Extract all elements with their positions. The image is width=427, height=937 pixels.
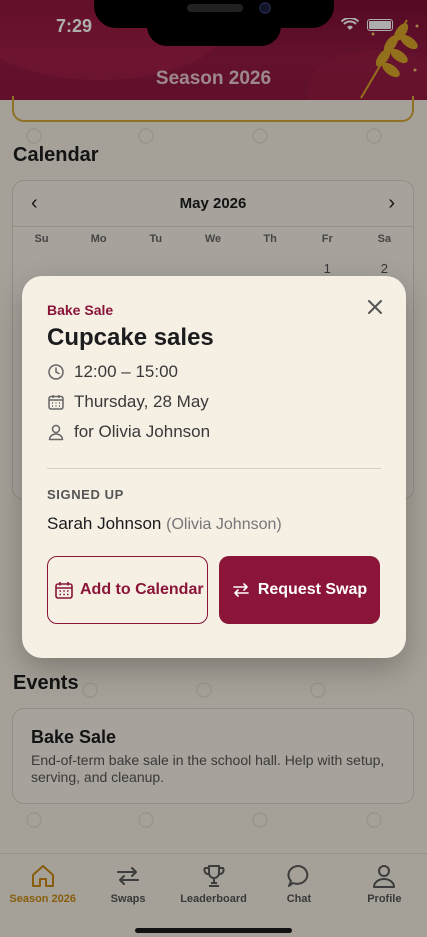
calendar-icon [48,395,64,410]
shift-time: 12:00 – 15:00 [74,362,178,381]
date-row: Thursday, 28 May [47,392,381,412]
modal-actions: Add to Calendar Request Swap [47,556,381,624]
calendar-icon [55,582,73,599]
close-icon [368,300,382,314]
shift-title: Cupcake sales [47,324,214,351]
swap-icon [233,583,249,597]
close-button[interactable] [362,294,388,320]
shift-date: Thursday, 28 May [74,392,209,411]
signed-up-label: SIGNED UP [47,487,124,502]
person-icon [48,424,64,441]
shift-detail-modal: Bake Sale Cupcake sales 12:00 – 15:00 Th… [22,276,406,658]
person-row: for Olivia Johnson [47,422,381,442]
divider [47,468,381,469]
shift-for: for Olivia Johnson [74,422,211,441]
clock-icon [48,364,64,380]
request-swap-button[interactable]: Request Swap [219,556,380,624]
add-to-calendar-button[interactable]: Add to Calendar [47,556,208,624]
signed-up-for: (Olivia Johnson) [166,516,282,533]
home-indicator[interactable] [135,928,292,933]
signed-up-entry: Sarah Johnson (Olivia Johnson) [47,514,381,534]
time-row: 12:00 – 15:00 [47,362,381,382]
event-category: Bake Sale [47,302,114,318]
add-to-calendar-label: Add to Calendar [80,581,204,598]
signed-up-name: Sarah Johnson [47,514,162,533]
request-swap-label: Request Swap [257,581,368,598]
